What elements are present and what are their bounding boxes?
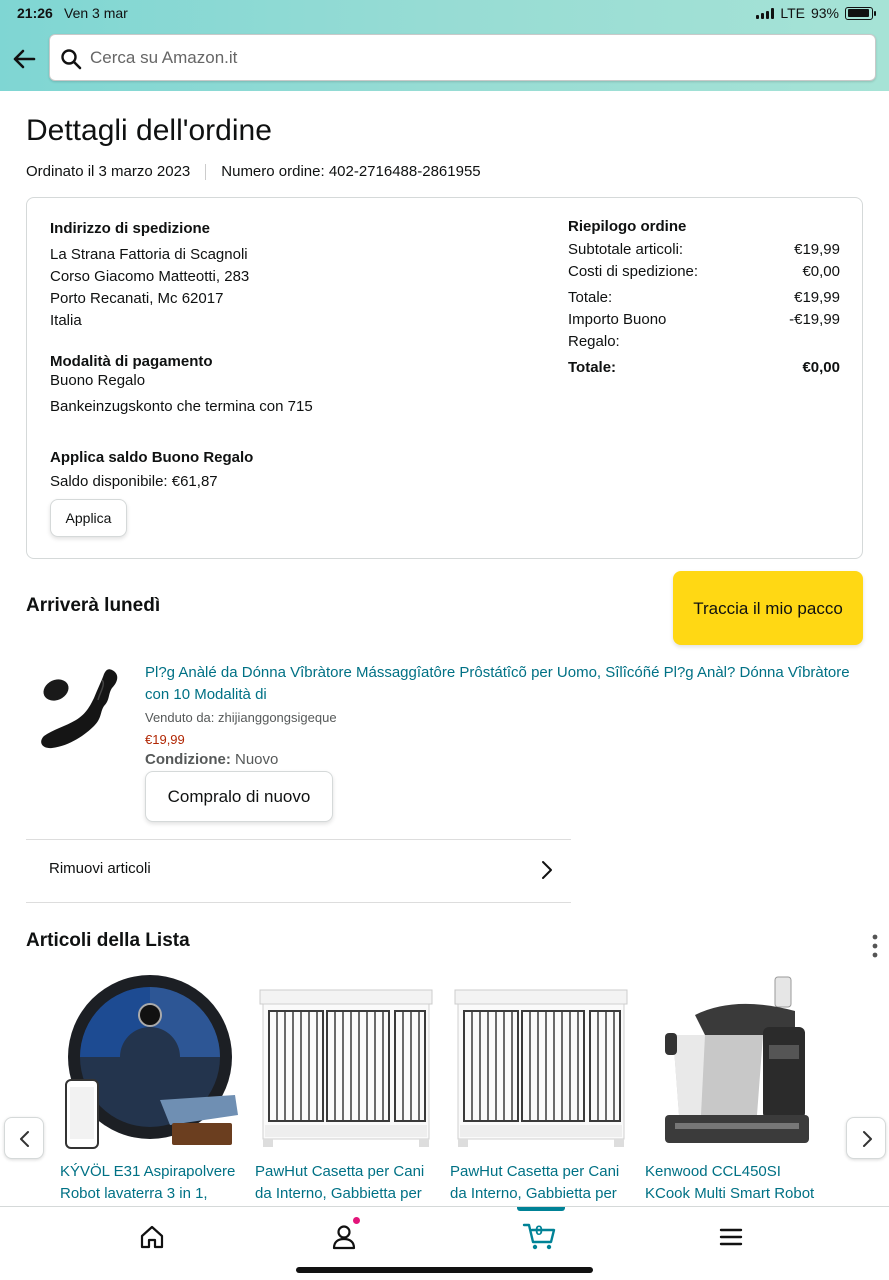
search-bar[interactable]	[49, 34, 876, 81]
bottom-navigation	[0, 1206, 889, 1280]
list-item[interactable]: PawHut Casetta per Cani da Interno, Gabb…	[450, 975, 630, 1211]
list-item-title: PawHut Casetta per Cani da Interno, Gabb…	[255, 1163, 425, 1211]
product-price: €19,99	[145, 732, 185, 747]
buy-again-button[interactable]: Compralo di nuovo	[145, 771, 333, 822]
summary-title: Riepilogo ordine	[568, 218, 687, 235]
chevron-left-icon	[20, 1131, 29, 1147]
status-date: Ven 3 mar	[64, 5, 128, 21]
payment-method: Modalità di pagamento Buono Regalo Banke…	[50, 353, 313, 418]
address-line: Corso Giacomo Matteotti, 283	[50, 268, 250, 285]
home-indicator	[296, 1267, 593, 1273]
gift-title: Applica saldo Buono Regalo	[50, 449, 254, 466]
product-image[interactable]	[30, 660, 130, 760]
summary-value: €19,99	[794, 289, 840, 306]
summary-value: €0,00	[802, 359, 840, 376]
list-item[interactable]: Kenwood CCL450SI KCook Multi Smart Robot…	[645, 975, 825, 1211]
list-section-title: Articoli della Lista	[26, 930, 190, 951]
battery-percent: 93%	[810, 5, 839, 21]
gift-card-section: Applica saldo Buono Regalo Saldo disponi…	[50, 449, 253, 490]
chevron-right-icon	[863, 1131, 872, 1147]
battery-icon	[845, 6, 876, 20]
page-title: Dettagli dell'ordine	[26, 114, 272, 147]
order-date: Ordinato il 3 marzo 2023	[26, 163, 191, 180]
apply-button[interactable]: Applica	[50, 499, 127, 537]
divider	[26, 902, 571, 903]
status-right: LTE 93%	[756, 5, 876, 21]
summary-row: Costi di spedizione: €0,00	[568, 261, 840, 283]
list-item[interactable]: PawHut Casetta per Cani da Interno, Gabb…	[255, 975, 435, 1211]
dog-crate-image	[259, 989, 433, 1147]
network-label: LTE	[780, 5, 805, 21]
product-seller: Venduto da: zhijianggongsigeque	[145, 710, 337, 725]
cart-count: 0	[535, 1222, 543, 1238]
address-line: Porto Recanati, Mc 62017	[50, 290, 224, 307]
notification-dot	[352, 1216, 361, 1225]
header: 21:26 Ven 3 mar LTE 93%	[0, 0, 889, 91]
condition-label: Condizione:	[145, 751, 231, 768]
address-line: Italia	[50, 312, 82, 329]
summary-label: Subtotale articoli:	[568, 241, 684, 258]
dog-crate-image	[454, 989, 628, 1147]
order-meta: Ordinato il 3 marzo 2023 Numero ordine: …	[26, 163, 481, 180]
list-item-title: Kenwood CCL450SI KCook Multi Smart Robot…	[645, 1163, 815, 1211]
status-bar: 21:26 Ven 3 mar LTE 93%	[0, 0, 889, 26]
summary-row: Subtotale articoli: €19,99	[568, 239, 840, 261]
summary-row: Totale: €19,99	[568, 287, 840, 309]
product-title-link[interactable]: Pl?g Anàlé da Dónna Vîbràtore Mássaggîat…	[145, 662, 875, 706]
shipping-address: Indirizzo di spedizione La Strana Fattor…	[50, 218, 249, 332]
summary-label: Costi di spedizione:	[568, 263, 699, 280]
condition-value: Nuovo	[235, 751, 279, 768]
remove-items-row[interactable]: Rimuovi articoli	[26, 840, 571, 902]
track-package-button[interactable]: Traccia il mio pacco	[673, 571, 863, 645]
summary-label: Totale:	[568, 289, 613, 306]
product-condition: Condizione: Nuovo	[145, 751, 278, 768]
list-item[interactable]: KÝVÖL E31 Aspirapolvere Robot lavaterra …	[60, 975, 240, 1211]
address-line: La Strana Fattoria di Scagnoli	[50, 246, 248, 263]
active-tab-indicator	[517, 1207, 565, 1211]
account-icon[interactable]	[329, 1222, 359, 1252]
status-time: 21:26	[17, 5, 53, 21]
search-input[interactable]	[90, 43, 850, 73]
summary-label: Importo Buono Regalo:	[568, 311, 667, 350]
delivery-status: Arriverà lunedì	[26, 595, 161, 616]
payment-line: Bankeinzugskonto che termina con 715	[50, 398, 313, 415]
remove-items-label: Rimuovi articoli	[49, 860, 151, 877]
more-options-icon[interactable]	[868, 933, 882, 959]
menu-icon[interactable]	[716, 1222, 746, 1252]
list-item-title: KÝVÖL E31 Aspirapolvere Robot lavaterra …	[60, 1163, 236, 1211]
search-icon	[61, 49, 82, 70]
meta-separator	[205, 163, 207, 180]
robot-vacuum-image	[65, 975, 238, 1149]
payment-title: Modalità di pagamento	[50, 353, 213, 370]
summary-row: Importo Buono Regalo: -€19,99	[568, 309, 840, 353]
order-summary: Riepilogo ordine Subtotale articoli: €19…	[568, 218, 840, 379]
home-icon[interactable]	[137, 1222, 167, 1252]
carousel-prev-button[interactable]	[4, 1117, 44, 1159]
order-info-card: Indirizzo di spedizione La Strana Fattor…	[26, 197, 863, 559]
summary-value: €19,99	[794, 241, 840, 258]
gift-balance: Saldo disponibile: €61,87	[50, 473, 218, 490]
summary-value: €0,00	[802, 263, 840, 280]
summary-label: Totale:	[568, 359, 617, 376]
carousel-next-button[interactable]	[846, 1117, 886, 1159]
list-item-title: PawHut Casetta per Cani da Interno, Gabb…	[450, 1163, 620, 1211]
chevron-right-icon	[542, 861, 552, 879]
shipping-title: Indirizzo di spedizione	[50, 220, 211, 237]
summary-value: -€19,99	[789, 311, 840, 328]
signal-icon	[756, 7, 775, 19]
order-number: Numero ordine: 402-2716488-2861955	[221, 163, 481, 180]
back-arrow-icon[interactable]	[10, 45, 38, 73]
payment-line: Buono Regalo	[50, 372, 146, 389]
kitchen-robot-image	[665, 976, 809, 1143]
summary-total-row: Totale: €0,00	[568, 357, 840, 379]
